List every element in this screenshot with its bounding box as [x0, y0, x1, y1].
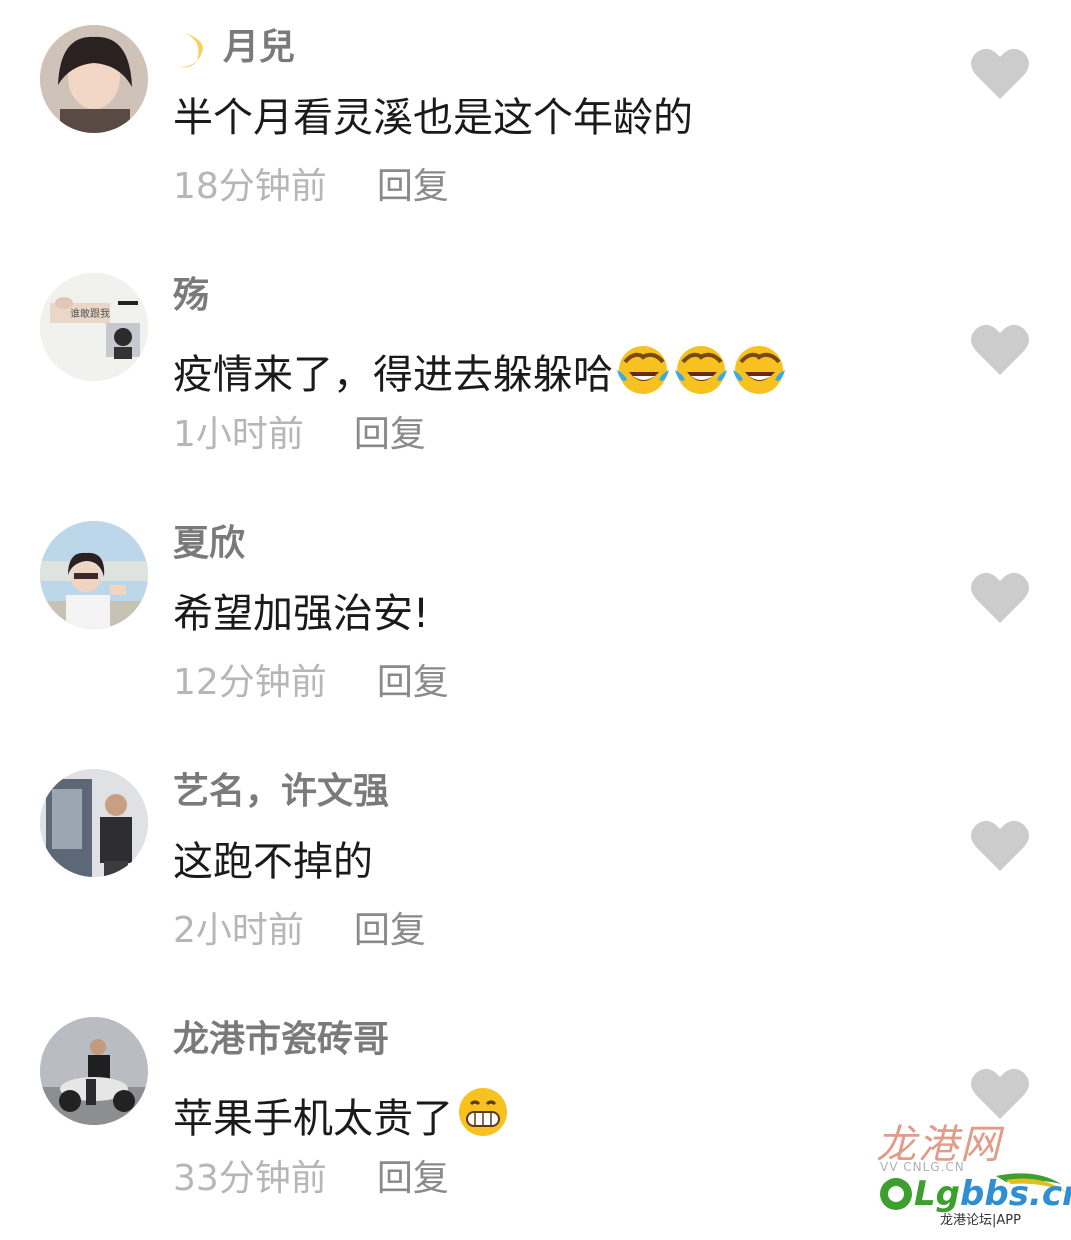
svg-text:谁敢跟我: 谁敢跟我 — [70, 307, 110, 320]
reply-button[interactable]: 回复 — [377, 165, 449, 209]
user-avatar[interactable] — [40, 1017, 148, 1125]
comment-text: 这跑不掉的 — [173, 839, 373, 885]
username[interactable]: 夏欣 — [173, 522, 245, 566]
reply-button[interactable]: 回复 — [354, 909, 426, 953]
username[interactable]: 月兒 — [173, 26, 295, 71]
comment-text: 希望加强治安! — [173, 591, 430, 637]
comment-time: 12分钟前 — [173, 662, 327, 703]
user-avatar[interactable] — [40, 521, 148, 629]
user-avatar[interactable] — [40, 769, 148, 877]
watermark: 龙港网 VV CNLG.CN Lgbbs.cn 龙港论坛|APP — [868, 1112, 1071, 1228]
comment-time: 18分钟前 — [173, 166, 327, 207]
watermark-subtitle: 龙港论坛|APP — [940, 1213, 1021, 1228]
user-avatar[interactable] — [40, 25, 148, 133]
laughing-tears-emoji — [675, 346, 727, 394]
comment-time: 33分钟前 — [173, 1158, 327, 1199]
like-heart-icon[interactable] — [970, 321, 1030, 377]
laughing-tears-emoji — [733, 346, 785, 394]
comment-text: 苹果手机太贵了 — [173, 1084, 511, 1145]
username[interactable]: 龙港市瓷砖哥 — [173, 1018, 389, 1062]
comment-meta: 18分钟前 回复 — [173, 165, 449, 209]
moon-icon — [179, 33, 203, 68]
comment-meta: 1小时前 回复 — [173, 413, 426, 457]
comment-text: 疫情来了，得进去躲躲哈 — [173, 340, 787, 401]
user-avatar[interactable]: 谁敢跟我 — [40, 273, 148, 381]
comment-time: 1小时前 — [173, 414, 304, 455]
comment-text: 半个月看灵溪也是这个年龄的 — [173, 95, 693, 141]
comment-item: 谁敢跟我 殇疫情来了，得进去躲躲哈 1小时前 回复 — [0, 248, 1071, 496]
comment-meta: 33分钟前 回复 — [173, 1157, 449, 1201]
laughing-tears-emoji — [617, 346, 669, 394]
watermark-brand: Lgbbs.cn — [914, 1174, 1071, 1214]
comment-meta: 2小时前 回复 — [173, 909, 426, 953]
comment-item: 艺名，许文强 这跑不掉的 2小时前 回复 — [0, 744, 1071, 992]
comment-meta: 12分钟前 回复 — [173, 661, 449, 705]
reply-button[interactable]: 回复 — [377, 1157, 449, 1201]
username[interactable]: 艺名，许文强 — [173, 770, 389, 814]
username[interactable]: 殇 — [173, 274, 209, 318]
comment-item: 夏欣希望加强治安! 12分钟前 回复 — [0, 496, 1071, 744]
comment-item: 月兒半个月看灵溪也是这个年龄的 18分钟前 回复 — [0, 0, 1071, 248]
like-heart-icon[interactable] — [970, 45, 1030, 101]
grin-emoji — [459, 1088, 507, 1136]
reply-button[interactable]: 回复 — [377, 661, 449, 705]
comment-time: 2小时前 — [173, 910, 304, 951]
reply-button[interactable]: 回复 — [354, 413, 426, 457]
like-heart-icon[interactable] — [970, 817, 1030, 873]
like-heart-icon[interactable] — [970, 569, 1030, 625]
